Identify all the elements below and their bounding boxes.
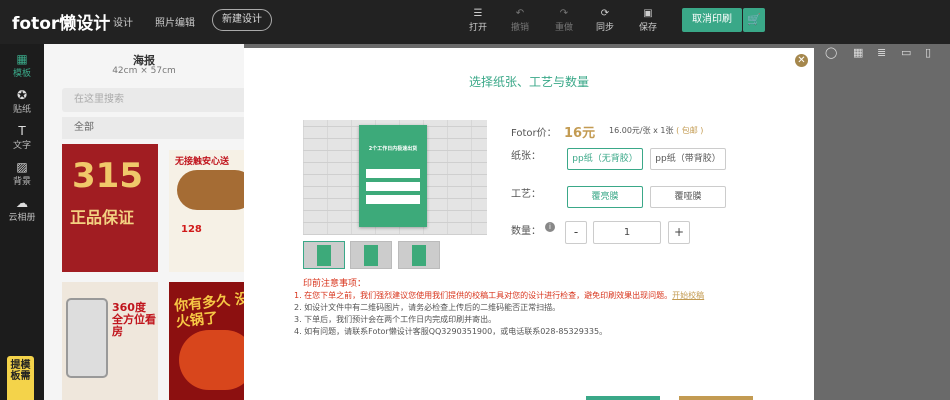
menu-icon: ☰ (473, 8, 483, 19)
promo-badge[interactable]: 提模板需 (7, 356, 34, 400)
print-note-4: 4. 如有问题，请联系Fotor懒设计客服QQ3290351900，或电话联系0… (294, 327, 608, 336)
cloud-album-icon: ☁ (16, 196, 28, 210)
price-note: 16.00元/张 x 1张 ( 包邮 ) (609, 126, 704, 135)
menu-photo-edit[interactable]: 照片编辑 (155, 14, 195, 29)
quantity-minus-button[interactable]: - (565, 221, 587, 244)
print-note-2: 2. 如设计文件中有二维码图片，请务必检查上传后的二维码能否正常扫描。 (294, 303, 561, 312)
lock-icon[interactable]: ▭ (901, 46, 911, 59)
preview-thumb-1[interactable] (303, 241, 345, 269)
new-design-button[interactable]: 新建设计 (212, 9, 272, 31)
craft-option-matte[interactable]: 覆哑膜 (650, 186, 726, 208)
sidebar-item-background[interactable]: ▨ 背景 (0, 160, 44, 187)
confirm-button[interactable] (586, 396, 660, 400)
quantity-label: 数量： (511, 226, 541, 237)
template-thumb[interactable]: 315 正品保证 (62, 144, 158, 272)
sidebar-item-cloud-album[interactable]: ☁ 云相册 (0, 196, 44, 223)
craft-option-gloss[interactable]: 覆亮膜 (567, 186, 643, 208)
open-button[interactable]: ☰ 打开 (463, 8, 493, 33)
background-icon: ▨ (16, 160, 28, 174)
quantity-input[interactable]: 1 (593, 221, 661, 244)
undo-button[interactable]: ↶ 撤销 (505, 8, 535, 33)
sidebar-item-text[interactable]: T 文字 (0, 124, 44, 151)
price-label: Fotor价： (511, 128, 557, 139)
quantity-plus-button[interactable]: + (668, 221, 690, 244)
print-note-1: 1. 在您下单之前，我们强烈建议您使用我们提供的校稿工具对您的设计进行检查，避免… (294, 291, 705, 300)
template-icon: ▦ (16, 52, 28, 66)
poster-image: 2个工作日内极速出货 (359, 125, 427, 227)
template-thumb[interactable]: 360度 全方位看房 (62, 282, 158, 400)
grid-icon[interactable]: ▦ (853, 46, 863, 59)
sidebar-item-sticker[interactable]: ✪ 贴纸 (0, 88, 44, 115)
close-icon[interactable]: ✕ (795, 54, 808, 67)
logo[interactable]: fotor懒设计 (12, 9, 110, 34)
save-button[interactable]: ▣ 保存 (633, 8, 663, 33)
panel-size: 42cm × 57cm (112, 66, 176, 76)
price-value: 16元 (564, 126, 596, 141)
trash-icon[interactable]: ▯ (925, 46, 931, 59)
menu-design[interactable]: 设计 (113, 14, 133, 29)
craft-label: 工艺： (511, 189, 541, 200)
start-proof-link[interactable]: 开始校稿 (672, 291, 704, 300)
layers-icon[interactable]: ≣ (877, 46, 886, 59)
order-button[interactable] (679, 396, 753, 400)
poster-preview: 2个工作日内极速出货 (303, 120, 487, 235)
paper-option-adhesive[interactable]: pp纸（带背胶） (650, 148, 726, 170)
print-notes-title: 印前注意事项： (303, 279, 367, 289)
template-panel: 海报 42cm × 57cm 在这里搜索 全部 315 正品保证 无接触安心送 … (44, 44, 280, 400)
comment-icon[interactable]: ◯ (825, 46, 837, 59)
cart-icon: 🛒 (747, 13, 761, 26)
modal-title: 选择纸张、工艺与数量 (468, 75, 589, 89)
text-icon: T (18, 124, 26, 138)
cart-button[interactable]: 🛒 (743, 8, 765, 32)
info-icon[interactable]: i (545, 222, 555, 232)
sync-button[interactable]: ⟳ 同步 (590, 8, 620, 33)
canvas-toolbar: ◯ ▦ ≣ ▭ ▯ (820, 44, 950, 64)
sticker-icon: ✪ (16, 88, 28, 102)
preview-thumb-2[interactable] (350, 241, 392, 269)
print-note-3: 3. 下单后，我们预计会在两个工作日内完成印刷并寄出。 (294, 315, 497, 324)
preview-thumb-3[interactable] (398, 241, 440, 269)
sidebar-item-template[interactable]: ▦ 模板 (0, 52, 44, 79)
redo-button[interactable]: ↷ 重做 (549, 8, 579, 33)
paper-option-no-adhesive[interactable]: pp纸（无背胶） (567, 148, 643, 170)
redo-icon: ↷ (559, 8, 569, 19)
sync-icon: ⟳ (600, 8, 610, 19)
undo-icon: ↶ (515, 8, 525, 19)
icon-sidebar: ▦ 模板 ✪ 贴纸 T 文字 ▨ 背景 ☁ 云相册 (0, 44, 44, 400)
paper-label: 纸张： (511, 151, 541, 162)
top-bar: fotor懒设计 设计 照片编辑 新建设计 ☰ 打开 ↶ 撤销 ↷ 重做 ⟳ 同… (0, 0, 950, 44)
cancel-print-button[interactable]: 取消印刷 (682, 8, 742, 32)
save-icon: ▣ (643, 8, 653, 19)
